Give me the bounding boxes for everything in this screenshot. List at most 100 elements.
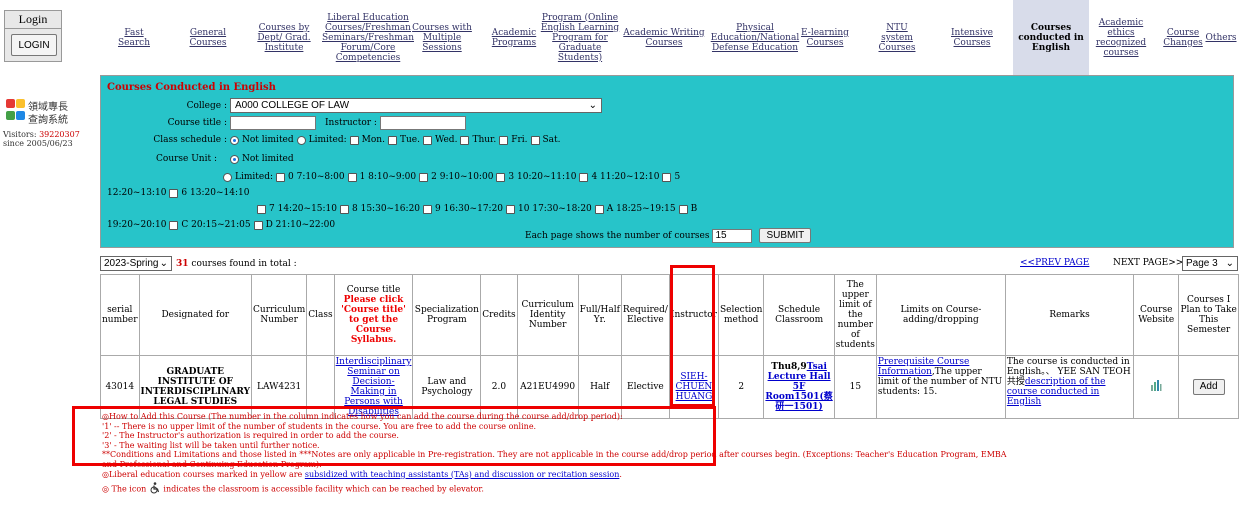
nav-link[interactable]: E-learning Courses [800, 28, 850, 48]
day-checkbox-wed[interactable] [422, 135, 432, 145]
semester-value: 2023-Spring [104, 258, 159, 269]
nav-ntu-system[interactable]: NTU system Courses [872, 0, 922, 75]
th-course-title-note: Please click 'Course title' to get the C… [341, 295, 406, 345]
logo-square-icon [6, 99, 15, 108]
unit-checkbox[interactable] [347, 172, 357, 182]
unit-checkbox[interactable] [169, 188, 179, 198]
day-checkbox-fri[interactable] [499, 135, 509, 145]
page-value: Page 3 [1186, 258, 1218, 269]
note-liberal: ◎Liberal education courses marked in yel… [102, 469, 622, 479]
unit-checkbox[interactable] [662, 172, 672, 182]
nav-course-changes[interactable]: Course Changes [1162, 0, 1204, 75]
nav-e-learning[interactable]: E-learning Courses [800, 0, 850, 75]
th-required: Required/ Elective [620, 274, 670, 356]
nav-link[interactable]: Academic ethics recognized courses [1090, 18, 1152, 58]
nav-courses-by-dept[interactable]: Courses by Dept/ Grad. Institute [250, 0, 318, 75]
unit-checkbox[interactable] [423, 204, 433, 214]
unit-checkbox[interactable] [579, 172, 589, 182]
nav-link[interactable]: Academic Programs [488, 28, 540, 48]
course-title-input[interactable] [230, 116, 316, 130]
instructor-input[interactable] [379, 116, 466, 130]
nav-intensive[interactable]: Intensive Courses [951, 0, 993, 75]
nav-link[interactable]: Courses with Multiple Sessions [412, 23, 472, 53]
login-button[interactable]: LOGIN [11, 34, 57, 56]
cell-website [1133, 355, 1180, 419]
nav-online-english[interactable]: Program (Online English Learning Program… [540, 0, 620, 75]
unit-checkbox[interactable] [340, 204, 350, 214]
note-liberal-text: ◎Liberal education courses marked in yel… [102, 469, 305, 479]
day-checkbox-sat[interactable] [530, 135, 540, 145]
unit-label: 10 17:30~18:20 [518, 204, 592, 214]
subsidized-link[interactable]: subsidized with teaching assistants (TAs… [305, 470, 620, 479]
radio-label: Limited: [308, 135, 347, 145]
add-button[interactable]: Add [1192, 379, 1225, 395]
unit-label: 19:20~20:10 [107, 220, 167, 230]
visitor-count: 39220307 [39, 130, 80, 139]
nav-liberal-education[interactable]: Liberal Education Courses/Freshman Semin… [322, 0, 414, 75]
unit-checkbox[interactable] [594, 204, 604, 214]
unit-checkbox[interactable] [678, 204, 688, 214]
submit-button[interactable]: SUBMIT [759, 228, 812, 243]
course-website-icon[interactable] [1150, 379, 1162, 395]
page-select[interactable]: Page 3 ⌄ [1182, 256, 1238, 271]
semester-select[interactable]: 2023-Spring ⌄ [100, 256, 172, 271]
nav-fast-search[interactable]: Fast Search [108, 0, 160, 75]
schedule-row: Class schedule : Not limited Limited: Mo… [107, 135, 560, 145]
unit-checkbox[interactable] [253, 220, 263, 230]
nav-link[interactable]: Others [1205, 33, 1236, 43]
day-checkbox-tue[interactable] [387, 135, 397, 145]
logo-square-icon [6, 111, 15, 120]
college-select[interactable]: A000 COLLEGE OF LAW ⌄ [230, 98, 602, 113]
unit-checkbox[interactable] [419, 172, 429, 182]
th-selection: Selection method [717, 274, 765, 356]
day-checkbox-mon[interactable] [349, 135, 359, 145]
unit-label: 2 9:10~10:00 [431, 172, 494, 182]
day-label: Thur. [472, 135, 497, 145]
nav-link[interactable]: Course Changes [1162, 28, 1204, 48]
schedule-not-limited-radio[interactable] [230, 135, 239, 145]
college-row: College : A000 COLLEGE OF LAW ⌄ [107, 98, 602, 113]
nav-link[interactable]: Physical Education/National Defense Educ… [705, 23, 805, 53]
unit-checkbox[interactable] [169, 220, 179, 230]
unit-limited-radio[interactable] [223, 172, 232, 182]
note-icon-text: ◎ The icon [102, 484, 147, 494]
nav-academic-writing[interactable]: Academic Writing Courses [622, 0, 706, 75]
cell-selection: 2 [717, 355, 765, 419]
nav-link[interactable]: Liberal Education Courses/Freshman Semin… [322, 13, 414, 63]
unit-not-limited-radio[interactable] [230, 154, 239, 164]
nav-multiple-sessions[interactable]: Courses with Multiple Sessions [412, 0, 472, 75]
nav-general-courses[interactable]: General Courses [186, 0, 230, 75]
nav-link[interactable]: General Courses [186, 28, 230, 48]
th-designated: Designated for [138, 274, 253, 356]
nav-physical-education[interactable]: Physical Education/National Defense Educ… [705, 0, 805, 75]
unit-label: B [690, 204, 698, 214]
th-plan: Courses I Plan to Take This Semester [1178, 274, 1239, 356]
nav-academic-ethics[interactable]: Academic ethics recognized courses [1090, 0, 1152, 75]
nav-link[interactable]: Courses by Dept/ Grad. Institute [250, 23, 318, 53]
nav-academic-programs[interactable]: Academic Programs [488, 0, 540, 75]
unit-checkbox[interactable] [506, 204, 516, 214]
unit-checkbox[interactable] [257, 204, 266, 214]
unit-checkbox[interactable] [276, 172, 286, 182]
th-remarks: Remarks [1004, 274, 1135, 356]
nav-others[interactable]: Others [1204, 0, 1238, 75]
unit-limited-row-2: 12:20~13:10 6 13:20~14:10 [107, 188, 249, 198]
unit-checkbox[interactable] [496, 172, 506, 182]
nav-link[interactable]: NTU system Courses [872, 23, 922, 53]
system-logo[interactable]: 領域專長 查詢系統 [4, 98, 94, 126]
nav-link[interactable]: Intensive Courses [951, 28, 993, 48]
nav-link[interactable]: Fast Search [108, 28, 160, 48]
visitor-label: Visitors: [3, 130, 40, 139]
radio-label: Limited: [235, 172, 274, 182]
nav-courses-english-active[interactable]: Courses conducted in English [1013, 0, 1089, 75]
day-checkbox-thur[interactable] [460, 135, 470, 145]
schedule-limited-radio[interactable] [296, 135, 306, 145]
day-label: Tue. [399, 135, 420, 145]
unit-limited-row-1: Limited: 0 7:10~8:00 1 8:10~9:00 2 9:10~… [223, 172, 680, 182]
nav-link[interactable]: Program (Online English Learning Program… [540, 13, 620, 63]
login-box: Login LOGIN [4, 10, 62, 62]
per-page-input[interactable]: 15 [712, 228, 753, 243]
prev-page-link[interactable]: <<PREV PAGE [1020, 258, 1089, 268]
course-title-label: Course title : [167, 118, 227, 128]
nav-link[interactable]: Academic Writing Courses [622, 28, 706, 48]
